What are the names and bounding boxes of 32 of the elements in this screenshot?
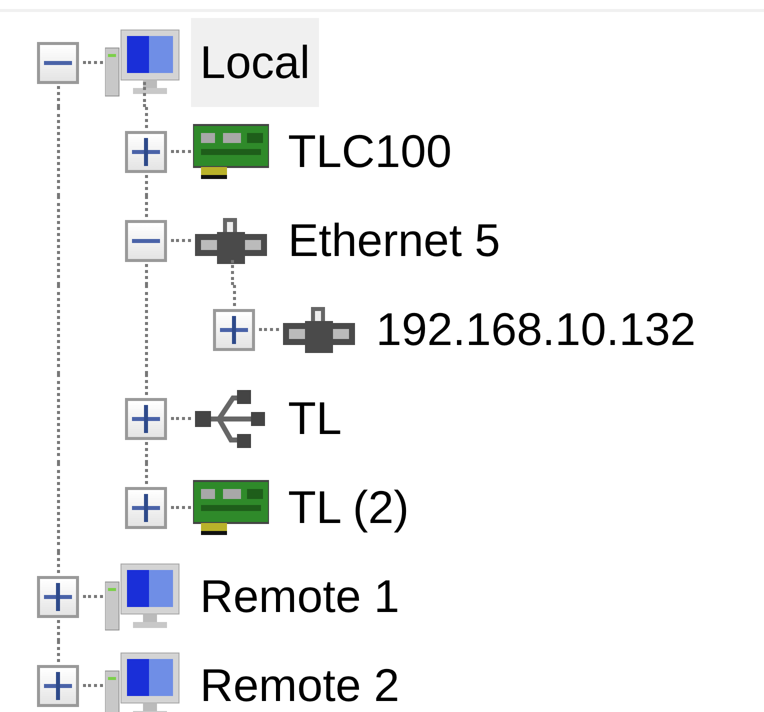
computer-icon [105,562,181,632]
tree-item[interactable]: TLC100 [279,107,461,196]
collapse-button[interactable] [125,220,167,262]
plus-icon [132,138,160,166]
tree-item[interactable]: Remote 2 [191,641,408,712]
minus-icon [44,60,72,64]
plus-icon [132,404,160,432]
plus-icon [44,582,72,610]
computer-icon [105,28,181,98]
expand-button[interactable] [125,398,167,440]
tree-item[interactable]: TL (2) [279,463,418,552]
tree-item[interactable]: Remote 1 [191,552,408,641]
expand-button[interactable] [125,486,167,528]
expand-button[interactable] [37,576,79,618]
plus-icon [44,672,72,700]
minus-icon [132,238,160,242]
plus-icon [220,316,248,344]
expand-button[interactable] [125,130,167,172]
tree-item[interactable]: TL [279,374,351,463]
network-connector-icon [195,216,267,266]
tree-item[interactable]: Local [191,18,319,107]
expand-button[interactable] [37,664,79,706]
network-connector-icon [283,304,355,354]
circuit-board-icon [193,122,269,180]
expand-button[interactable] [213,308,255,350]
usb-icon [195,388,267,450]
computer-icon [105,650,181,712]
collapse-button[interactable] [37,42,79,84]
circuit-board-icon [193,478,269,536]
tree-item[interactable]: Ethernet 5 [279,196,510,285]
plus-icon [132,494,160,522]
tree-item[interactable]: 192.168.10.132 [367,285,705,374]
